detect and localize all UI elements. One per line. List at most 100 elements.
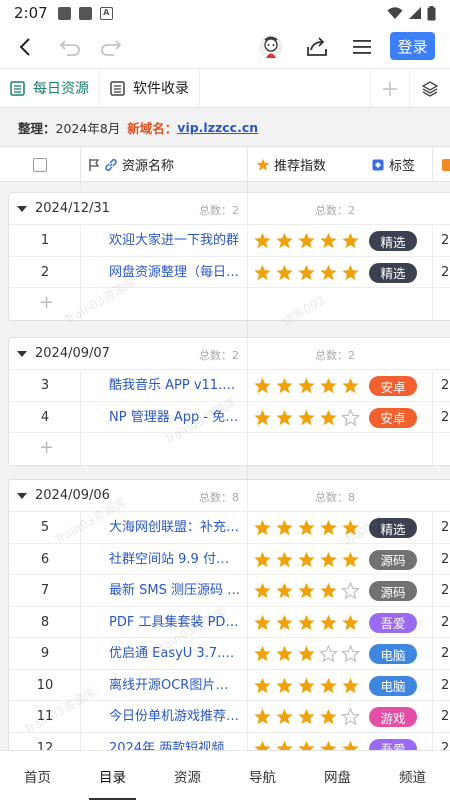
menu-icon[interactable] <box>347 26 377 68</box>
tag-badge: 精选 <box>369 518 417 538</box>
rating-stars <box>253 519 360 537</box>
star-filled-icon <box>276 645 293 662</box>
tag-column-icon <box>372 147 384 182</box>
table-row[interactable]: 12 2024年 两款短视频神器 吾爱 20 <box>9 733 450 751</box>
resource-name-link[interactable]: 大海网创联盟：补充资源 <box>109 512 241 543</box>
table-row[interactable]: 5 大海网创联盟：补充资源 精选 20 <box>9 512 450 544</box>
table-row[interactable]: 10 离线开源OCR图片转文字 电脑 20 <box>9 670 450 701</box>
star-empty-icon <box>341 645 360 663</box>
share-icon[interactable] <box>302 26 332 68</box>
table-row[interactable]: 7 最新 SMS 测压源码 下载 源码 20 <box>9 575 450 607</box>
select-all-checkbox[interactable] <box>33 147 47 182</box>
date-cell: 20 <box>441 646 450 661</box>
table-row[interactable]: 4 NP 管理器 App - 免费版 安卓 20 <box>9 402 450 433</box>
star-filled-icon <box>320 409 337 425</box>
tab-daily-resources[interactable]: 每日资源 <box>0 68 100 108</box>
column-divider <box>247 147 248 182</box>
star-filled-icon <box>298 645 315 662</box>
group-count: 总数：2 <box>315 204 355 217</box>
tag-badge: 吾爱 <box>369 612 417 633</box>
resource-name-link[interactable]: 社群空间站 9.9 付费资源 <box>109 544 241 575</box>
group-count: 总数：2 <box>199 349 239 362</box>
resource-name-link[interactable]: 优启通 EasyU 3.7.2024 <box>109 638 241 669</box>
group-count: 总数：8 <box>199 491 239 504</box>
tab-software-collection[interactable]: 软件收录 <box>100 68 200 108</box>
star-filled-icon <box>342 377 359 394</box>
star-filled-icon <box>342 740 359 750</box>
nav-channel[interactable]: 频道 <box>375 751 450 800</box>
column-header-rating[interactable]: 推荐指数 <box>274 147 326 182</box>
star-filled-icon <box>276 677 293 693</box>
rating-stars <box>253 708 360 726</box>
table-row[interactable]: 3 酷我音乐 APP v11.0.0 安卓 20 <box>9 370 450 402</box>
row-number: 7 <box>40 583 50 598</box>
resource-name-link[interactable]: 欢迎大家进一下我的群 <box>109 225 241 256</box>
column-divider <box>432 147 433 182</box>
column-header-name[interactable]: 资源名称 <box>122 147 174 182</box>
wifi-icon <box>387 7 403 19</box>
nav-resources[interactable]: 资源 <box>150 751 225 800</box>
resource-name-link[interactable]: PDF 工具集套装 PDF 版本 <box>109 607 241 638</box>
date-cell: 20 <box>441 709 450 724</box>
star-filled-icon <box>276 614 293 630</box>
resource-name-link[interactable]: NP 管理器 App - 免费版 <box>109 402 241 433</box>
resource-name-link[interactable]: 最新 SMS 测压源码 下载 <box>109 575 241 606</box>
group-header[interactable]: 2024/12/31 总数：2 总数：2 <box>9 193 450 225</box>
table-row[interactable]: 8 PDF 工具集套装 PDF 版本 吾爱 20 <box>9 607 450 638</box>
nav-netdisk[interactable]: 网盘 <box>300 751 375 800</box>
table-row[interactable]: 9 优启通 EasyU 3.7.2024 电脑 20 <box>9 638 450 670</box>
plus-icon: + <box>39 292 55 313</box>
collapse-icon[interactable] <box>17 206 27 212</box>
flag-icon <box>88 147 100 182</box>
rating-stars <box>253 551 360 569</box>
group-header[interactable]: 2024/09/07 总数：2 总数：2 <box>9 338 450 370</box>
app-root: 2:07 A 登录 每日资源 软件收录 + 整理： 2024年8月 新域名： v… <box>0 0 450 800</box>
resource-name-link[interactable]: 今日份单机游戏推荐合集 <box>109 701 241 732</box>
nav-navigation[interactable]: 导航 <box>225 751 300 800</box>
domain-link[interactable]: vip.lzzcc.cn <box>177 120 258 135</box>
add-row-button[interactable]: + <box>9 288 450 320</box>
group-header[interactable]: 2024/09/06 总数：8 总数：8 <box>9 480 450 512</box>
date-cell: 20 <box>441 378 450 393</box>
tag-badge: 源码 <box>369 549 417 570</box>
battery-icon <box>427 5 436 20</box>
star-filled-icon <box>320 677 337 693</box>
row-number: 10 <box>36 677 54 693</box>
resource-name-link[interactable]: 网盘资源整理（每日更新） <box>109 257 241 288</box>
collapse-icon[interactable] <box>17 351 27 357</box>
star-filled-icon <box>298 232 315 249</box>
grouped-list: 2024/12/31总数：2总数：21欢迎大家进一下我的群精选202网盘资源整理… <box>0 182 450 750</box>
undo-icon[interactable] <box>55 26 85 68</box>
collapse-icon[interactable] <box>17 493 27 499</box>
star-filled-icon <box>276 582 293 599</box>
star-filled-icon <box>254 377 271 394</box>
layers-icon[interactable] <box>410 69 450 109</box>
star-filled-icon <box>298 740 315 750</box>
resource-name-link[interactable]: 2024年 两款短视频神器 <box>109 733 241 751</box>
sheet-icon <box>10 80 25 96</box>
resource-name-link[interactable]: 离线开源OCR图片转文字 <box>109 670 241 701</box>
table-row[interactable]: 11 今日份单机游戏推荐合集 游戏 20 <box>9 701 450 733</box>
avatar[interactable] <box>256 26 286 68</box>
back-icon[interactable] <box>10 26 40 68</box>
date-cell: 20 <box>441 520 450 535</box>
add-sheet-button[interactable]: + <box>370 69 410 109</box>
star-filled-icon <box>298 582 315 599</box>
resource-name-link[interactable]: 酷我音乐 APP v11.0.0 <box>109 370 241 401</box>
notification-a-icon: A <box>99 6 113 20</box>
login-button[interactable]: 登录 <box>390 32 435 60</box>
nav-catalog[interactable]: 目录 <box>75 751 150 800</box>
redo-icon[interactable] <box>96 26 126 68</box>
tag-badge: 精选 <box>369 262 417 283</box>
plus-icon: + <box>39 437 55 458</box>
column-header-tag[interactable]: 标签 <box>389 147 415 182</box>
date-cell: 20 <box>441 677 450 693</box>
table-row[interactable]: 1 欢迎大家进一下我的群 精选 20 <box>9 225 450 257</box>
nav-home[interactable]: 首页 <box>0 751 75 800</box>
star-filled-icon <box>298 377 315 394</box>
table-row[interactable]: 2 网盘资源整理（每日更新） 精选 20 <box>9 257 450 288</box>
table-row[interactable]: 6 社群空间站 9.9 付费资源 源码 20 <box>9 544 450 575</box>
add-row-button[interactable]: + <box>9 433 450 465</box>
date-cell: 20 <box>441 614 450 630</box>
star-filled-icon <box>276 708 293 725</box>
